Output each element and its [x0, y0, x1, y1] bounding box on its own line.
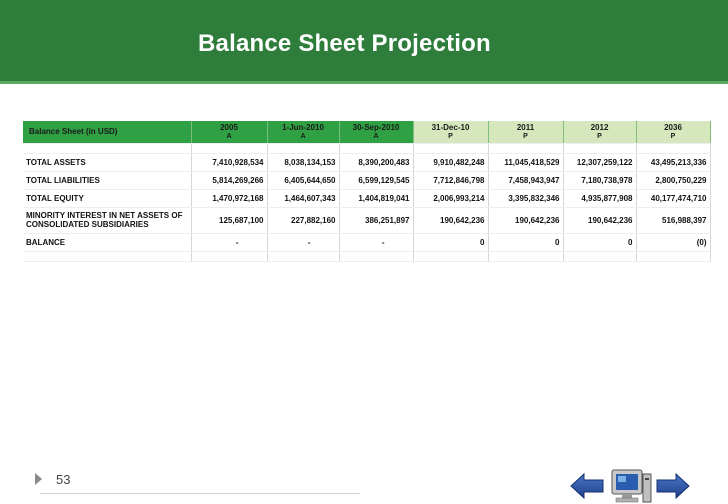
column-header: 2012 P	[563, 121, 637, 144]
table-cell: 7,180,738,978	[563, 171, 637, 190]
arrow-right-icon	[656, 473, 690, 499]
page-number: 53	[56, 472, 71, 487]
table-cell: 5,814,269,266	[191, 171, 268, 190]
balance-sheet-table-image: Balance Sheet (in USD) 2005 A 1-Jun-2010 A…	[23, 121, 711, 262]
table-cell: 43,495,213,336	[636, 153, 711, 172]
table-cell: 4,935,877,908	[563, 189, 637, 208]
table-cell: 2,800,750,229	[636, 171, 711, 190]
spacer-row	[23, 251, 711, 262]
table-row: MINORITY INTEREST IN NET ASSETS OF CONSOL…	[23, 207, 711, 234]
table-cell: 227,882,160	[267, 207, 340, 234]
table-cell: 6,599,129,545	[339, 171, 414, 190]
slide-title: Balance Sheet Projection	[198, 30, 491, 57]
table-cell: 8,390,200,483	[339, 153, 414, 172]
table-row: TOTAL LIABILITIES 5,814,269,266 6,405,64…	[23, 171, 711, 190]
table-cell: 516,988,397	[636, 207, 711, 234]
table-cell: 2,006,993,214	[413, 189, 489, 208]
table-cell: 9,910,482,248	[413, 153, 489, 172]
column-header: 2011 P	[488, 121, 564, 144]
table-row: TOTAL ASSETS 7,410,928,534 8,038,134,153…	[23, 153, 711, 172]
balance-sheet-table: Balance Sheet (in USD) 2005 A 1-Jun-2010 A…	[23, 121, 711, 262]
home-computer-button[interactable]	[610, 466, 652, 504]
table-cell: 1,464,607,343	[267, 189, 340, 208]
row-label: MINORITY INTEREST IN NET ASSETS OF CONSOL…	[23, 207, 192, 234]
next-slide-button[interactable]	[655, 471, 691, 501]
row-label: TOTAL EQUITY	[23, 189, 192, 208]
table-cell: 1,404,819,041	[339, 189, 414, 208]
table-header-row: Balance Sheet (in USD) 2005 A 1-Jun-2010 A…	[23, 121, 711, 144]
table-cell: 190,642,236	[413, 207, 489, 234]
column-header: 31-Dec-10 P	[413, 121, 489, 144]
table-cell: 0	[413, 233, 489, 252]
table-cell: 7,458,943,947	[488, 171, 564, 190]
table-cell: -	[339, 233, 414, 252]
computer-icon	[611, 469, 652, 503]
table-cell: 190,642,236	[488, 207, 564, 234]
table-row: TOTAL EQUITY 1,470,972,168 1,464,607,343…	[23, 189, 711, 208]
table-cell: 40,177,474,710	[636, 189, 711, 208]
table-cell: 125,687,100	[191, 207, 268, 234]
table-cell: 8,038,134,153	[267, 153, 340, 172]
previous-slide-button[interactable]	[569, 471, 605, 501]
column-header: 2036 P	[636, 121, 711, 144]
table-cell: 1,470,972,168	[191, 189, 268, 208]
table-cell: 190,642,236	[563, 207, 637, 234]
table-cell: 12,307,259,122	[563, 153, 637, 172]
row-label: TOTAL LIABILITIES	[23, 171, 192, 190]
page-marker-icon	[35, 473, 42, 485]
column-header: 1-Jun-2010 A	[267, 121, 340, 144]
table-cell: -	[267, 233, 340, 252]
table-cell: 11,045,418,529	[488, 153, 564, 172]
arrow-left-icon	[570, 473, 604, 499]
table-cell: 386,251,897	[339, 207, 414, 234]
column-header: 30-Sep-2010 A	[339, 121, 414, 144]
column-header: 2005 A	[191, 121, 268, 144]
row-label: BALANCE	[23, 233, 192, 252]
table-cell: 0	[488, 233, 564, 252]
table-cell: 7,712,846,798	[413, 171, 489, 190]
table-cell: 7,410,928,534	[191, 153, 268, 172]
table-cell: 3,395,832,346	[488, 189, 564, 208]
spacer-row	[23, 143, 711, 154]
table-cell: 6,405,644,650	[267, 171, 340, 190]
row-label: TOTAL ASSETS	[23, 153, 192, 172]
footer-divider	[40, 493, 360, 494]
table-cell: (0)	[636, 233, 711, 252]
slide-title-bar: Balance Sheet Projection	[0, 0, 728, 84]
table-cell: 0	[563, 233, 637, 252]
table-row: BALANCE - - - 0 0 0 (0)	[23, 233, 711, 252]
table-cell: -	[191, 233, 268, 252]
table-header-label: Balance Sheet (in USD)	[23, 121, 192, 144]
